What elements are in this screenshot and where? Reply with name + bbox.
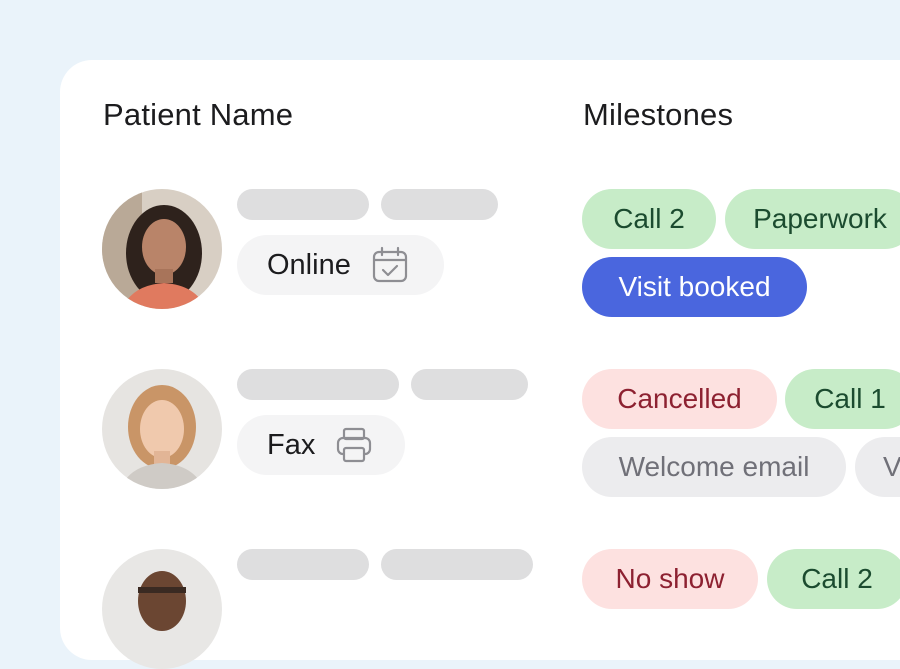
column-header-patient-name: Patient Name xyxy=(103,97,294,132)
name-placeholder-bar xyxy=(411,369,528,400)
patient-photo xyxy=(102,549,222,669)
contact-method-label: Fax xyxy=(267,428,316,461)
contact-method-pill[interactable]: Online xyxy=(237,235,444,295)
name-placeholder-bar xyxy=(237,189,369,220)
milestone-chip[interactable]: Call 2 xyxy=(767,549,900,609)
patient-photo xyxy=(102,189,222,309)
printer-icon xyxy=(337,427,372,463)
patient-avatar[interactable] xyxy=(102,369,222,489)
patient-avatar[interactable] xyxy=(102,189,222,309)
milestone-chip[interactable]: Welcome email xyxy=(582,437,846,497)
patient-avatar[interactable] xyxy=(102,549,222,669)
milestone-chip[interactable]: Paperwork xyxy=(725,189,900,249)
name-placeholder-bar xyxy=(381,189,498,220)
contact-method-label: Online xyxy=(267,248,351,281)
name-placeholder-bar xyxy=(237,549,369,580)
milestone-chip[interactable]: Cancelled xyxy=(582,369,777,429)
calendar-check-icon xyxy=(372,246,407,283)
milestone-chip[interactable]: No show xyxy=(582,549,758,609)
name-placeholder-bar xyxy=(237,369,399,400)
contact-method-pill[interactable]: Fax xyxy=(237,415,405,475)
name-placeholder-bar xyxy=(381,549,533,580)
patient-photo xyxy=(102,369,222,489)
milestone-chip[interactable]: Visit booked xyxy=(582,257,807,317)
milestone-chip[interactable]: Call 1 xyxy=(785,369,900,429)
milestone-chip[interactable]: Call 2 xyxy=(582,189,716,249)
column-header-milestones: Milestones xyxy=(583,97,734,132)
